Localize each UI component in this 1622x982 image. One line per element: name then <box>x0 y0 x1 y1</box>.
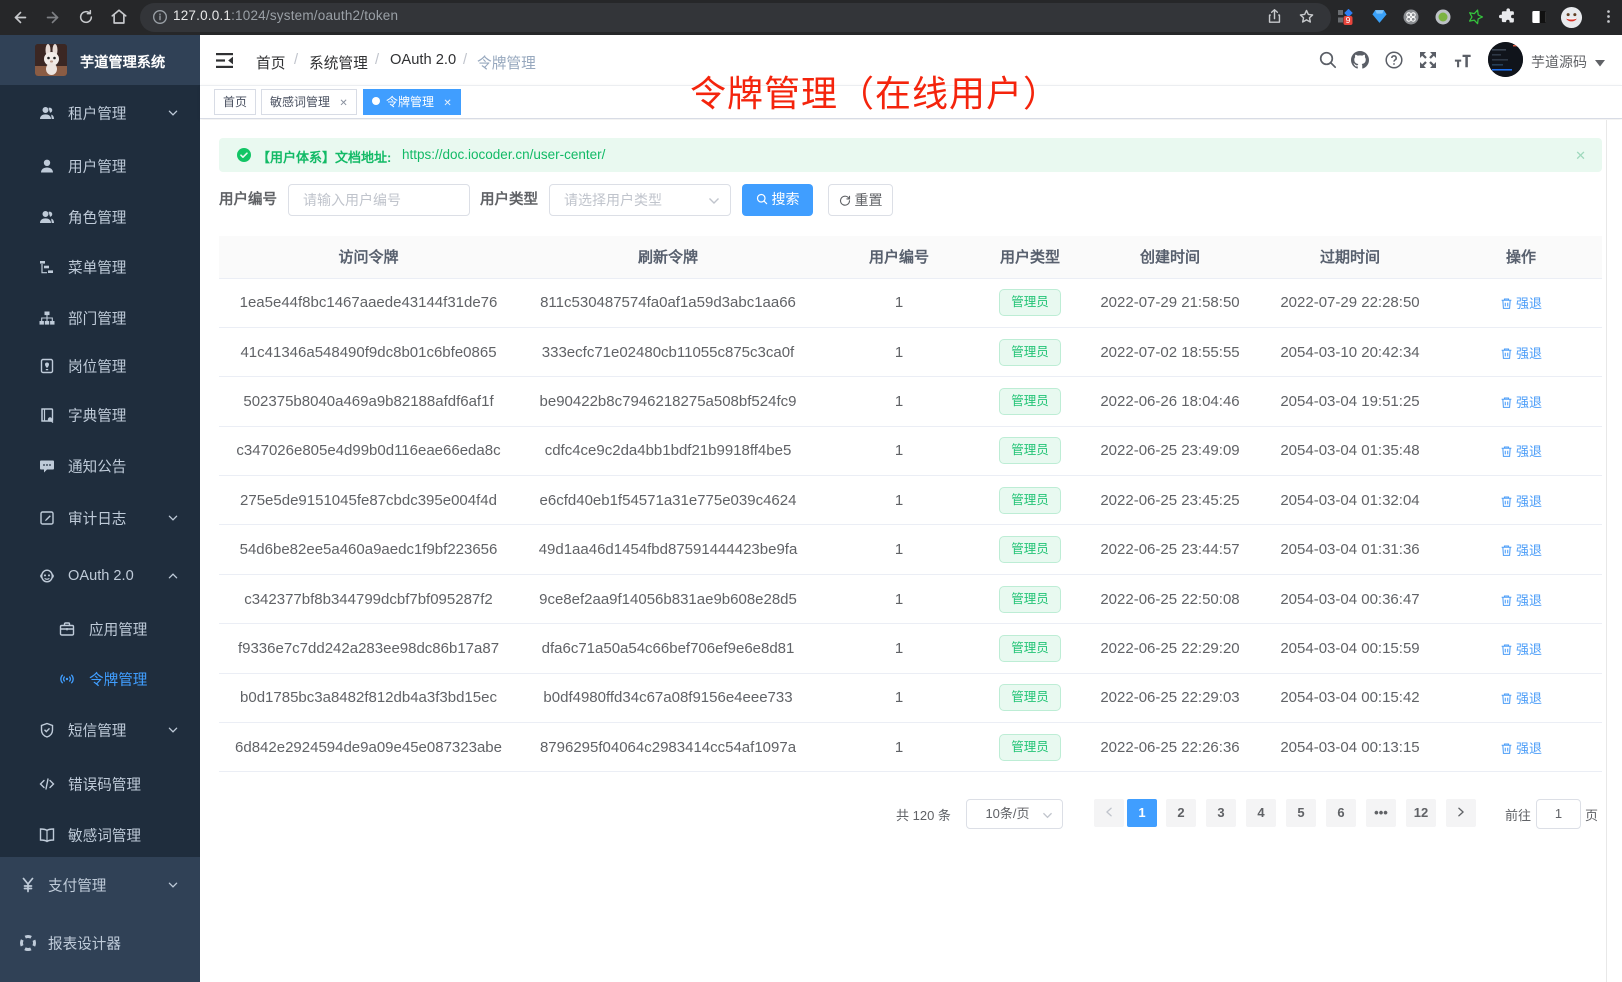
svg-text:9: 9 <box>1346 15 1351 25</box>
